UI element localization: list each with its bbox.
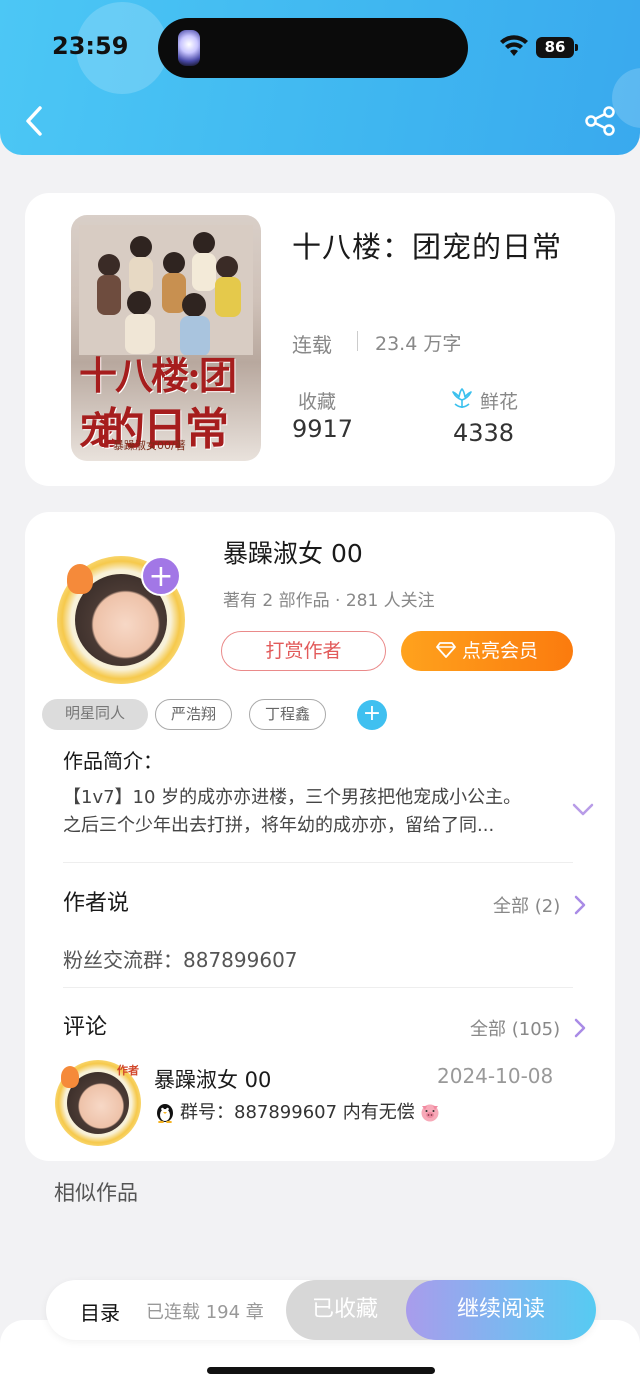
book-word-count: 23.4 万字 (375, 333, 462, 355)
author-details-card: + 暴躁淑女 00 著有 2 部作品 · 281 人关注 打赏作者 点亮会员 明… (25, 512, 615, 1161)
add-tag-button[interactable]: + (357, 700, 387, 730)
tip-author-button[interactable]: 打赏作者 (221, 631, 386, 671)
chapter-count[interactable]: 已连载 194 章 (146, 1298, 264, 1324)
section-divider (63, 987, 573, 988)
vip-member-label: 点亮会员 (461, 640, 538, 662)
continue-reading-button[interactable]: 继续阅读 (406, 1280, 596, 1340)
favorites-label: 收藏 (298, 391, 337, 413)
back-arrow-icon[interactable] (22, 104, 48, 138)
commenter-name[interactable]: 暴躁淑女 00 (154, 1064, 271, 1094)
similar-works-heading: 相似作品 (54, 1181, 138, 1205)
flowers-label: 鲜花 (480, 391, 519, 413)
cover-illustration (79, 225, 253, 355)
favorites-count: 9917 (292, 415, 354, 443)
book-status: 连载 (292, 333, 332, 357)
tag-category[interactable]: 明星同人 (42, 699, 148, 730)
author-says-heading: 作者说 (63, 891, 130, 916)
table-of-contents-button[interactable]: 目录 (80, 1297, 120, 1326)
book-info-card: 十八楼:团宠 的日常 暴躁淑女00/著 十八楼：团宠的日常 连载 23.4 万字… (25, 193, 615, 486)
intro-text[interactable]: 【1v7】10 岁的成亦亦进楼，三个男孩把他宠成小公主。 之后三个少年出去打拼，… (63, 784, 563, 840)
commenter-avatar[interactable]: 作者 (55, 1060, 141, 1146)
intro-heading: 作品简介： (63, 749, 163, 773)
flowers-count: 4338 (453, 419, 515, 447)
author-says-text: 粉丝交流群：887899607 (63, 948, 298, 972)
intro-line: 【1v7】10 岁的成亦亦进楼，三个男孩把他宠成小公主。 (63, 787, 522, 808)
bunny-decoration-icon (61, 1066, 79, 1088)
dynamic-island (158, 18, 468, 78)
home-indicator[interactable] (207, 1367, 435, 1374)
chevron-right-icon[interactable] (573, 1017, 587, 1039)
share-icon[interactable] (584, 106, 616, 136)
author-meta: 著有 2 部作品 · 281 人关注 (223, 591, 435, 611)
decor-bubble (612, 68, 640, 128)
comment-text[interactable]: 群号：887899607 内有无偿 (154, 1098, 441, 1124)
divider (357, 331, 358, 351)
tag-character[interactable]: 丁程鑫 (249, 699, 326, 730)
chevron-right-icon[interactable] (573, 894, 587, 916)
book-cover[interactable]: 十八楼:团宠 的日常 暴躁淑女00/著 (71, 215, 261, 461)
battery-indicator: 86 (536, 37, 578, 58)
section-divider (63, 862, 573, 863)
cover-author: 暴躁淑女00/著 (113, 439, 186, 452)
tag-character[interactable]: 严浩翔 (155, 699, 232, 730)
vip-member-button[interactable]: 点亮会员 (401, 631, 573, 671)
comments-all-link[interactable]: 全部 (105) (470, 1015, 560, 1041)
comment-text-content: 群号：887899607 内有无偿 (180, 1102, 415, 1123)
follow-author-button[interactable]: + (141, 556, 181, 596)
author-says-all-link[interactable]: 全部 (2) (493, 892, 560, 918)
author-badge: 作者 (117, 1064, 139, 1077)
chevron-down-icon[interactable] (571, 802, 595, 818)
pig-face-icon (421, 1104, 439, 1121)
bunny-decoration-icon (67, 564, 93, 594)
flower-icon (452, 388, 472, 408)
intro-line: 之后三个少年出去打拼，将年幼的成亦亦，留给了同... (63, 815, 495, 836)
author-name[interactable]: 暴躁淑女 00 (223, 534, 363, 570)
penguin-icon (157, 1103, 173, 1123)
wifi-icon (500, 35, 528, 56)
top-header: 23:59 86 (0, 0, 640, 155)
status-time: 23:59 (52, 32, 129, 60)
flashlight-icon (178, 30, 200, 66)
comments-heading: 评论 (63, 1015, 108, 1040)
diamond-icon (436, 642, 456, 658)
comment-date: 2024-10-08 (437, 1064, 554, 1088)
book-title: 十八楼：团宠的日常 (292, 230, 563, 264)
